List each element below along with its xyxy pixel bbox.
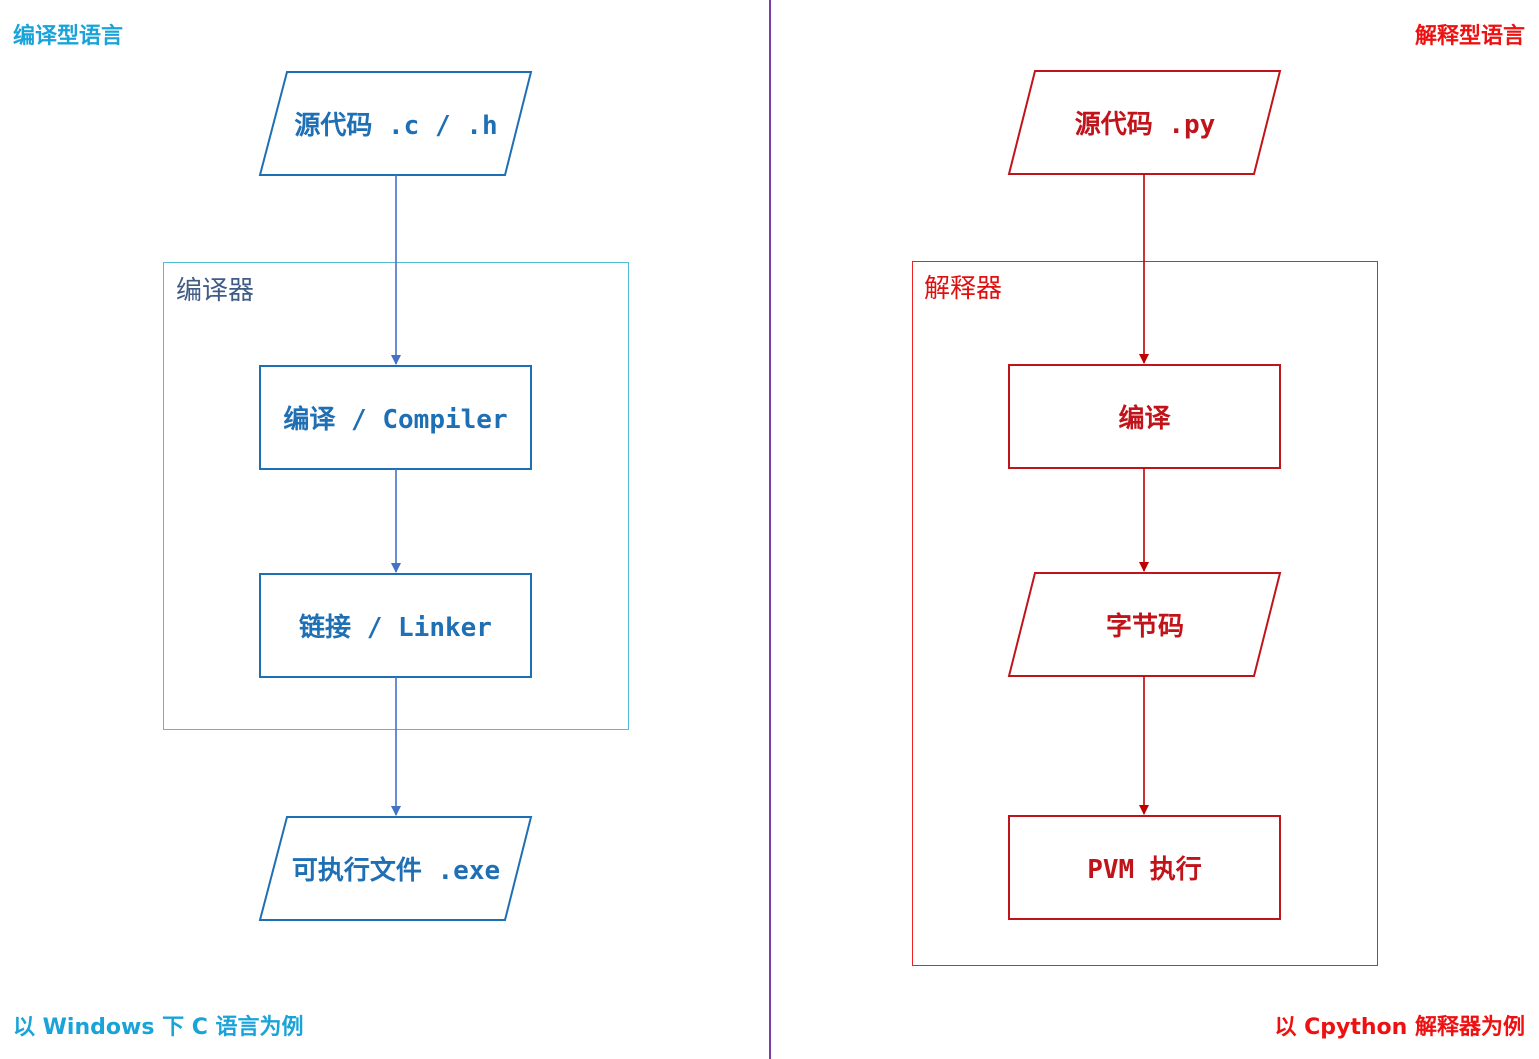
linker-label: 链接 / Linker [299, 613, 492, 643]
source-py-label: 源代码 .py [1074, 110, 1216, 140]
pvm-execute-label: PVM 执行 [1087, 855, 1202, 885]
source-c-label: 源代码 .c / .h [294, 111, 498, 141]
compiler-label: 编译 / Compiler [283, 405, 508, 435]
flowchart-canvas [258, 70, 1282, 921]
compile-label: 编译 [1118, 404, 1171, 434]
exe-label: 可执行文件 .exe [291, 856, 501, 886]
bytecode-label: 字节码 [1105, 612, 1184, 642]
